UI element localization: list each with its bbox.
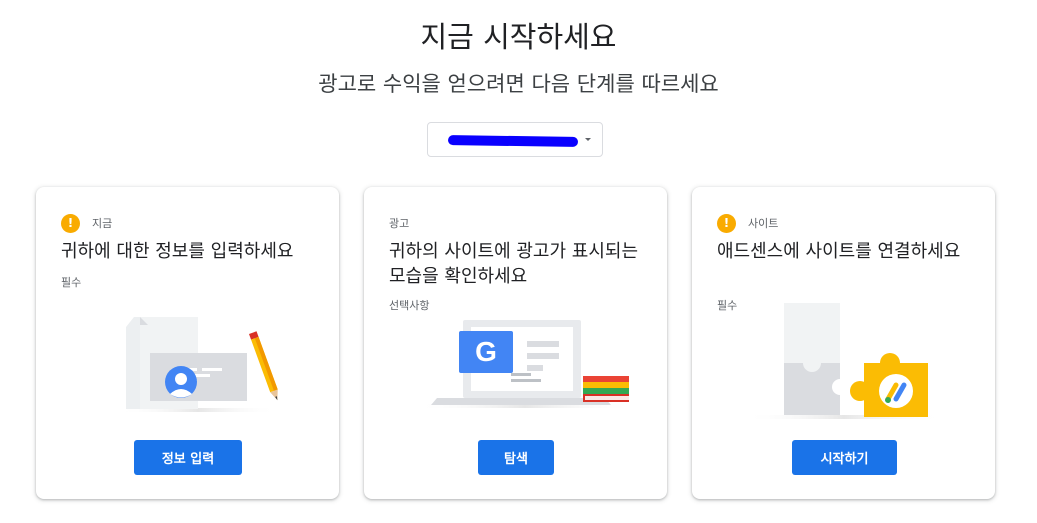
- page-title: 지금 시작하세요: [420, 20, 617, 54]
- redacted-site-name: [447, 135, 579, 147]
- card-title: 귀하에 대한 정보를 입력하세요: [61, 241, 294, 262]
- card-enter-info: ! 지금 귀하에 대한 정보를 입력하세요 필수 정보 입력: [36, 187, 339, 499]
- card-connect-site: ! 사이트 애드센스에 사이트를 연결하세요 필수 시작하기: [692, 187, 995, 499]
- enter-info-button[interactable]: 정보 입력: [134, 440, 242, 475]
- dropdown-caret-icon: [585, 138, 591, 141]
- google-ad-preview-illustration: G: [415, 320, 635, 408]
- card-tag: 사이트: [748, 217, 779, 230]
- card-tag: 지금: [92, 217, 113, 230]
- get-started-button[interactable]: 시작하기: [792, 440, 897, 475]
- explore-button[interactable]: 탐색: [478, 440, 554, 475]
- card-requirement: 선택사항: [389, 299, 430, 312]
- card-requirement: 필수: [61, 276, 82, 289]
- id-card-illustration: [118, 317, 278, 412]
- warning-icon: !: [717, 213, 736, 233]
- puzzle-adsense-illustration: [744, 303, 944, 419]
- page-subtitle: 광고로 수익을 얻으려면 다음 단계를 따르세요: [318, 72, 719, 96]
- svg-text:G: G: [475, 336, 497, 367]
- warning-icon: !: [61, 213, 80, 233]
- site-selector-dropdown[interactable]: [427, 122, 603, 157]
- card-ad-preview: 광고 귀하의 사이트에 광고가 표시되는 모습을 확인하세요 선택사항 G 탐색: [364, 187, 667, 499]
- card-tag: 광고: [389, 217, 410, 230]
- card-title: 애드센스에 사이트를 연결하세요: [717, 241, 961, 262]
- card-title: 귀하의 사이트에 광고가 표시되는 모습을 확인하세요: [389, 241, 639, 287]
- card-requirement: 필수: [717, 299, 738, 312]
